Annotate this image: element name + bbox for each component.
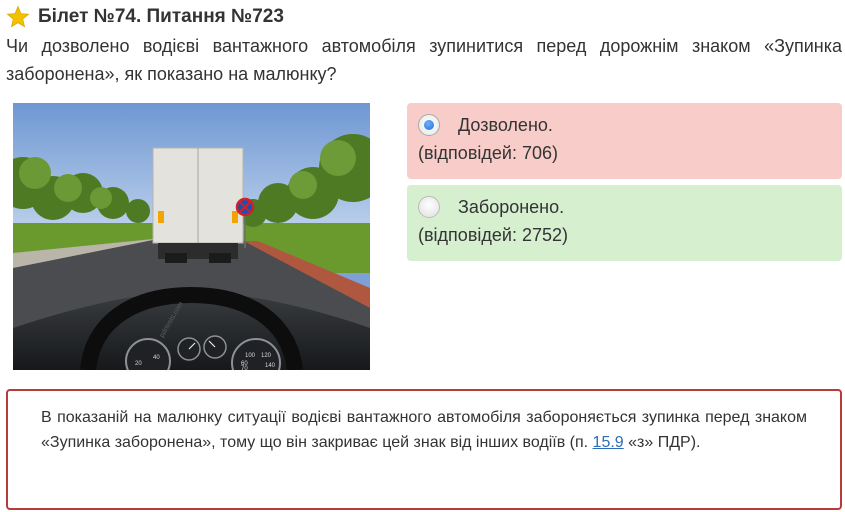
- radio-unselected-icon[interactable]: [418, 196, 440, 218]
- ticket-header: Білет №74. Питання №723: [6, 4, 284, 30]
- rule-link[interactable]: 15.9: [593, 434, 624, 451]
- answer-label: Заборонено.: [458, 196, 565, 217]
- svg-text:140: 140: [265, 363, 276, 369]
- answer-label: Дозволено.: [458, 114, 553, 135]
- answer-option-2[interactable]: Заборонено. (відповідей: 2752): [407, 185, 842, 261]
- svg-text:120: 120: [261, 353, 272, 359]
- question-image: 60 100 120 140 70 20 40 pdrtests.com: [13, 103, 370, 370]
- page-title: Білет №74. Питання №723: [38, 6, 284, 27]
- explanation-box: В показаній на малюнку ситуації водієві …: [6, 389, 842, 510]
- svg-text:70: 70: [241, 366, 248, 370]
- svg-text:100: 100: [245, 353, 256, 359]
- question-text: Чи дозволено водієві вантажного автомобі…: [6, 36, 842, 84]
- star-icon[interactable]: [6, 5, 30, 29]
- answer-option-1[interactable]: Дозволено. (відповідей: 706): [407, 103, 842, 179]
- radio-selected-icon[interactable]: [418, 114, 440, 136]
- explanation-text-end: «з» ПДР).: [623, 434, 701, 451]
- driving-scene: 60 100 120 140 70 20 40 pdrtests.com: [13, 103, 370, 370]
- svg-text:40: 40: [153, 355, 160, 361]
- svg-text:20: 20: [135, 361, 142, 367]
- answer-count: (відповідей: 2752): [418, 225, 568, 245]
- answer-count: (відповідей: 706): [418, 143, 558, 163]
